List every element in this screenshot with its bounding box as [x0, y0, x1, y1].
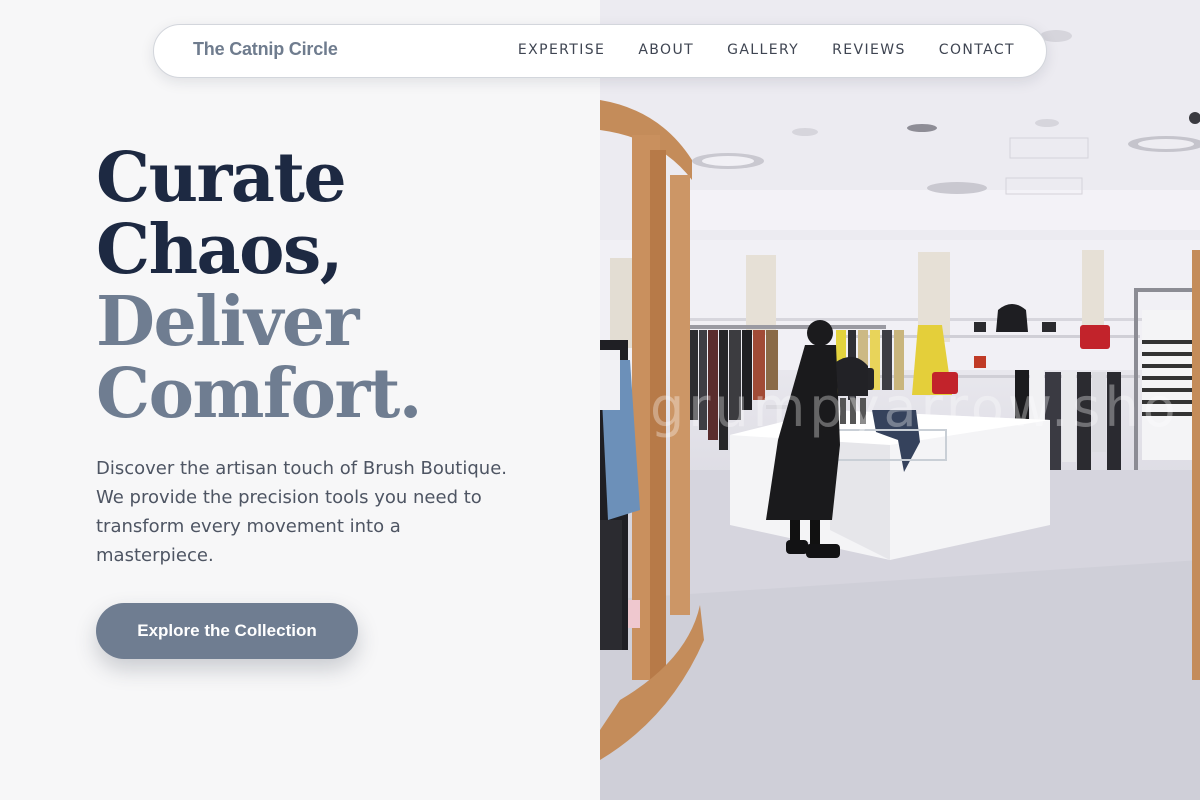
nav-links: EXPERTISE ABOUT GALLERY REVIEWS CONTACT [518, 42, 1015, 58]
nav-link-about[interactable]: ABOUT [638, 42, 694, 58]
top-nav: The Catnip Circle EXPERTISE ABOUT GALLER… [153, 24, 1047, 78]
hero-photo: grumpyarrow.sho [600, 0, 1200, 800]
hero-title-line-4: Comfort. [96, 354, 422, 434]
hero-title-line-2: Chaos, [96, 210, 343, 290]
nav-link-gallery[interactable]: GALLERY [727, 42, 799, 58]
watermark-text: grumpyarrow.sho [650, 376, 1180, 439]
hero-title-line-3: Deliver [96, 282, 359, 362]
explore-collection-button[interactable]: Explore the Collection [96, 603, 358, 659]
brand-logo[interactable]: The Catnip Circle [193, 39, 338, 60]
nav-link-expertise[interactable]: EXPERTISE [518, 42, 605, 58]
nav-link-contact[interactable]: CONTACT [939, 42, 1015, 58]
hero-title-line-1: Curate [96, 138, 347, 218]
hero-title: Curate Chaos, Deliver Comfort. [96, 138, 422, 434]
hero-description: Discover the artisan touch of Brush Bout… [96, 458, 507, 566]
nav-link-reviews[interactable]: REVIEWS [832, 42, 906, 58]
